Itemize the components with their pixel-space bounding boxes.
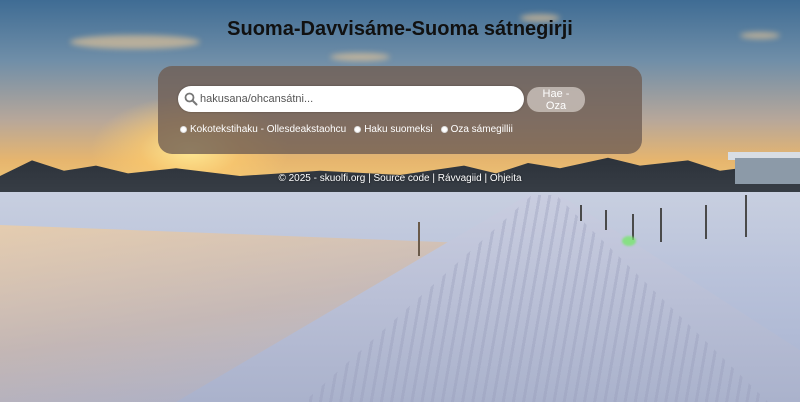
cloud (330, 53, 390, 61)
source-code-link[interactable]: Source code (373, 173, 429, 184)
separator: | (429, 173, 438, 184)
fence-post (660, 208, 662, 242)
lens-flare (622, 236, 636, 246)
page-title: Suoma-Davvisáme-Suoma sátnegirji (227, 18, 573, 40)
search-icon (184, 92, 198, 106)
help-link[interactable]: Ohjeita (490, 173, 522, 184)
radio-fulltext[interactable] (180, 125, 187, 133)
search-panel: Hae - Oza Kokotekstihaku - Ollesdeakstao… (158, 66, 642, 154)
option-finnish[interactable]: Haku suomeksi (354, 123, 433, 135)
option-finnish-label: Haku suomeksi (364, 123, 433, 135)
search-button[interactable]: Hae - Oza (527, 87, 585, 112)
search-box[interactable] (178, 86, 524, 112)
copyright-link[interactable]: © 2025 - skuolfi.org (278, 173, 365, 184)
search-input[interactable] (200, 86, 516, 112)
radio-finnish[interactable] (354, 125, 362, 133)
fence-post (705, 205, 707, 239)
background-photo (0, 0, 800, 402)
radio-sami[interactable] (440, 125, 448, 133)
search-mode-options: Kokotekstihaku - Ollesdeakstaohcu Haku s… (180, 122, 513, 136)
option-fulltext-label: Kokotekstihaku - Ollesdeakstaohcu (190, 123, 347, 135)
footer: © 2025 - skuolfi.org | Source code | Ráv… (0, 173, 800, 184)
option-sami-label: Oza sámegillii (450, 123, 513, 135)
feedback-link[interactable]: Rávvagiid (438, 173, 482, 184)
road-marker-pole (418, 222, 420, 256)
option-sami[interactable]: Oza sámegillii (440, 123, 513, 135)
option-fulltext[interactable]: Kokotekstihaku - Ollesdeakstaohcu (180, 124, 346, 135)
fence-post (745, 195, 747, 237)
fence-post (580, 205, 582, 221)
fence-post (605, 210, 607, 230)
separator: | (481, 173, 490, 184)
